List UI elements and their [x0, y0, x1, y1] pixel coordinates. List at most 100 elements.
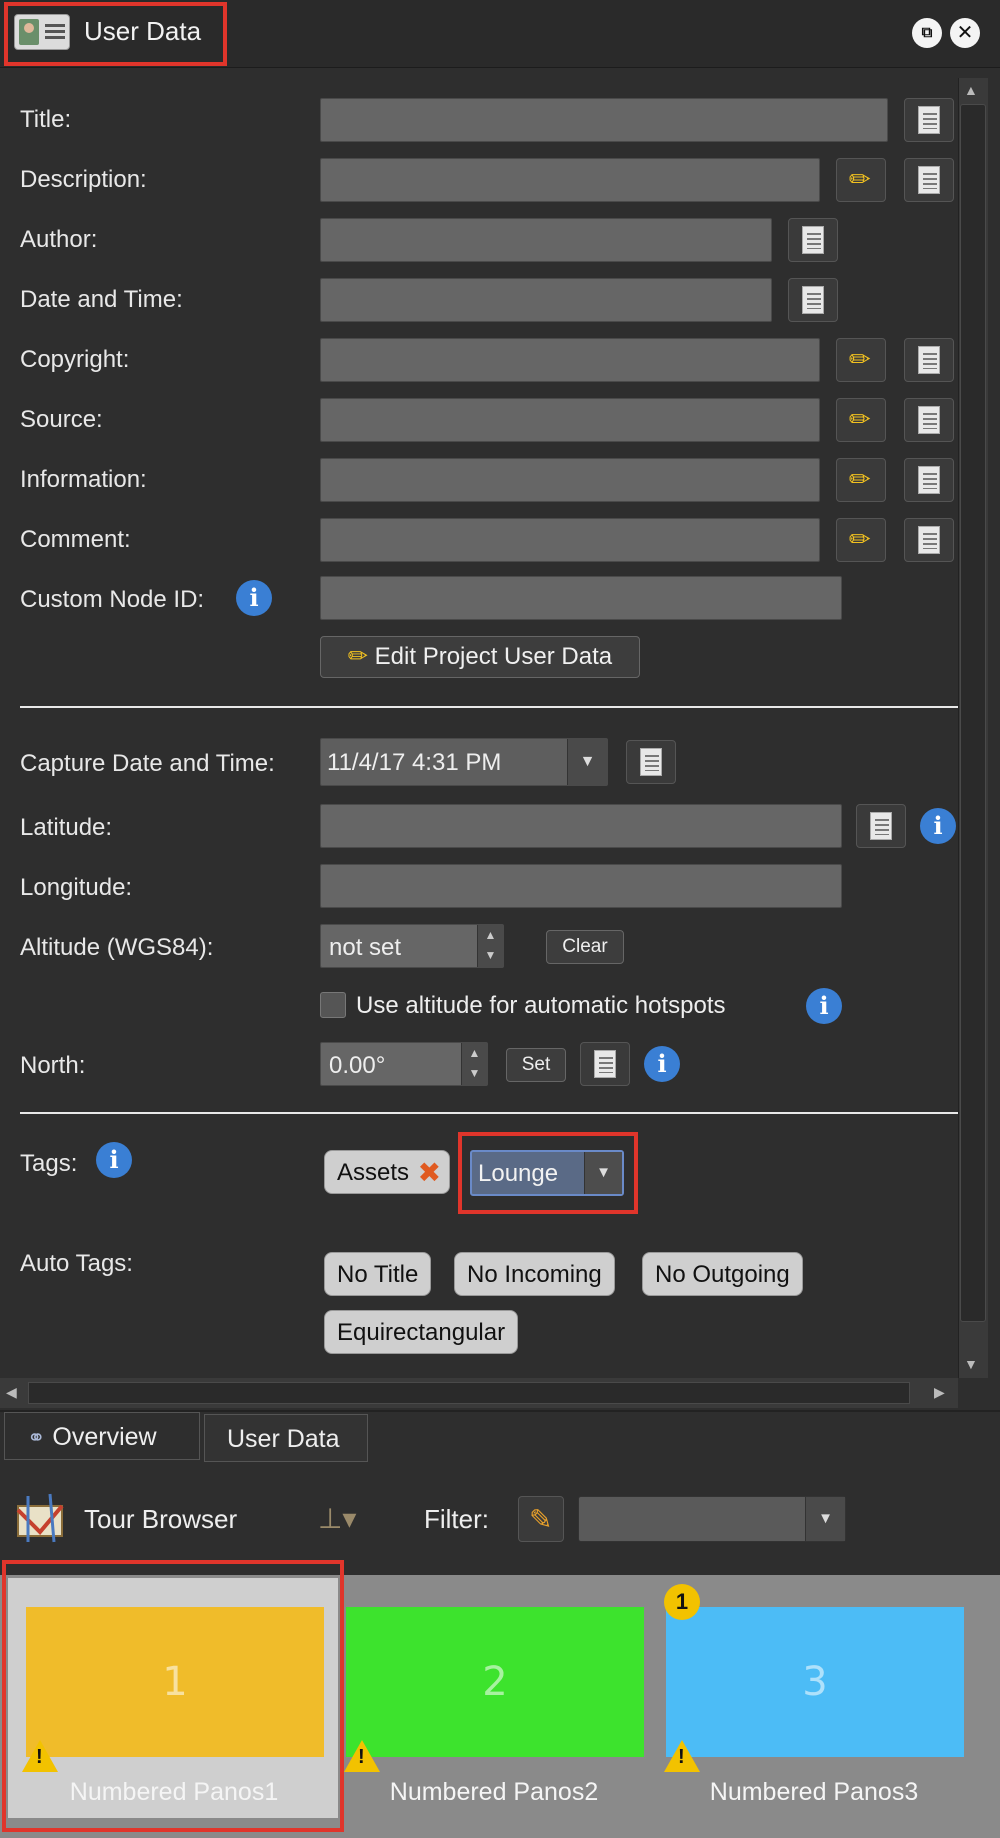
- scroll-left-icon[interactable]: ◀: [6, 1384, 17, 1401]
- edit-information-button[interactable]: ✏: [836, 458, 886, 502]
- pencil-icon: ✏: [849, 524, 871, 554]
- chevron-down-icon[interactable]: ▼: [584, 1152, 622, 1194]
- auto-tag-chip: No Title: [324, 1252, 432, 1296]
- pano-thumbnail-3[interactable]: 3: [666, 1607, 964, 1757]
- copy-capture-date-button[interactable]: [626, 740, 676, 784]
- clear-altitude-button[interactable]: Clear: [546, 930, 624, 964]
- altitude-spinbox[interactable]: not set ▲ ▼: [320, 924, 504, 968]
- user-data-icon: [14, 14, 70, 50]
- remove-tag-icon[interactable]: ✖: [418, 1151, 441, 1195]
- edit-description-button[interactable]: ✏: [836, 158, 886, 202]
- binoculars-icon: ⚭: [27, 1425, 46, 1450]
- source-field[interactable]: [320, 398, 820, 442]
- north-spinbox[interactable]: 0.00° ▲ ▼: [320, 1042, 488, 1086]
- pano-label-3: Numbered Panos3: [709, 1778, 919, 1806]
- spinner-arrows-icon[interactable]: ▲ ▼: [477, 925, 503, 967]
- spinner-arrows-icon[interactable]: ▲ ▼: [461, 1043, 487, 1085]
- copyright-field[interactable]: [320, 338, 820, 382]
- copy-source-button[interactable]: [904, 398, 954, 442]
- comment-field[interactable]: [320, 518, 820, 562]
- copy-comment-button[interactable]: [904, 518, 954, 562]
- chevron-down-icon[interactable]: ▼: [567, 739, 607, 785]
- section-divider: [20, 1112, 958, 1114]
- tour-browser-title: Tour Browser: [84, 1504, 238, 1534]
- copy-icon: [914, 406, 940, 439]
- information-field[interactable]: [320, 458, 820, 502]
- description-field[interactable]: [320, 158, 820, 202]
- info-icon[interactable]: i: [236, 580, 272, 616]
- chevron-down-icon[interactable]: ▼: [805, 1497, 845, 1541]
- custom-node-id-field[interactable]: [320, 576, 842, 620]
- copy-copyright-button[interactable]: [904, 338, 954, 382]
- auto-tag-chip: Equirectangular: [324, 1310, 519, 1354]
- notification-badge: 1: [664, 1584, 700, 1620]
- use-altitude-label: Use altitude for automatic hotspots: [356, 992, 726, 1019]
- title-label: Title:: [20, 106, 72, 133]
- auto-tag-chip: No Incoming: [454, 1252, 615, 1296]
- filter-combo[interactable]: ▼: [578, 1496, 846, 1542]
- comment-label: Comment:: [20, 526, 131, 553]
- copy-location-button[interactable]: [856, 804, 906, 848]
- section-divider: [20, 706, 958, 708]
- tag-filter-button[interactable]: ✎: [518, 1496, 564, 1542]
- longitude-label: Longitude:: [20, 874, 133, 901]
- info-icon[interactable]: i: [96, 1142, 132, 1178]
- close-window-button[interactable]: ✕: [950, 18, 980, 48]
- edit-project-user-data-button[interactable]: ✏ Edit Project User Data: [320, 636, 640, 678]
- copy-description-button[interactable]: [904, 158, 954, 202]
- info-icon[interactable]: i: [644, 1046, 680, 1082]
- warning-icon: !: [344, 1740, 380, 1772]
- longitude-field[interactable]: [320, 864, 842, 908]
- pano-label-1: Numbered Panos1: [69, 1778, 279, 1806]
- north-value: 0.00°: [329, 1052, 386, 1079]
- date-time-field[interactable]: [320, 278, 772, 322]
- latitude-field[interactable]: [320, 804, 842, 848]
- edit-source-button[interactable]: ✏: [836, 398, 886, 442]
- info-icon[interactable]: i: [806, 988, 842, 1024]
- title-field[interactable]: [320, 98, 888, 142]
- tour-browser-icon: [14, 1492, 66, 1544]
- set-north-button[interactable]: Set: [506, 1048, 566, 1082]
- information-label: Information:: [20, 466, 147, 493]
- copy-icon: [914, 166, 940, 199]
- description-label: Description:: [20, 166, 147, 193]
- horizontal-scrollbar-thumb[interactable]: [28, 1382, 910, 1404]
- copy-icon: [866, 812, 892, 845]
- copy-icon: [636, 748, 662, 781]
- edit-comment-button[interactable]: ✏: [836, 518, 886, 562]
- date-time-label: Date and Time:: [20, 286, 183, 313]
- scroll-down-icon[interactable]: ▼: [964, 1356, 978, 1372]
- copy-icon: [798, 226, 824, 259]
- author-label: Author:: [20, 226, 98, 253]
- source-label: Source:: [20, 406, 103, 433]
- pencil-icon: ✏: [849, 344, 871, 374]
- copy-icon: [914, 106, 940, 139]
- copy-north-button[interactable]: [580, 1042, 630, 1086]
- scroll-right-icon[interactable]: ▶: [934, 1384, 945, 1401]
- info-icon[interactable]: i: [920, 808, 956, 844]
- tag-dropdown-value: Lounge: [478, 1160, 559, 1187]
- tab-overview[interactable]: ⚭ Overview: [4, 1412, 200, 1460]
- vertical-scrollbar-thumb[interactable]: [960, 104, 986, 1322]
- pano-thumbnail-1[interactable]: 1: [26, 1607, 324, 1757]
- author-field[interactable]: [320, 218, 772, 262]
- copy-title-button[interactable]: [904, 98, 954, 142]
- stamp-icon[interactable]: ⊥▾: [318, 1502, 356, 1535]
- pencil-icon: ✏: [849, 404, 871, 434]
- pano-thumbnail-2[interactable]: 2: [346, 1607, 644, 1757]
- tag-dropdown[interactable]: Lounge ▼: [470, 1150, 624, 1196]
- capture-date-combo[interactable]: 11/4/17 4:31 PM ▼: [320, 738, 608, 786]
- copy-author-button[interactable]: [788, 218, 838, 262]
- copy-icon: [914, 346, 940, 379]
- filter-label: Filter:: [424, 1504, 489, 1534]
- scroll-up-icon[interactable]: ▲: [964, 82, 978, 98]
- restore-window-button[interactable]: ⧉: [912, 18, 942, 48]
- tab-user-data[interactable]: User Data: [204, 1414, 368, 1462]
- copy-information-button[interactable]: [904, 458, 954, 502]
- copy-date-time-button[interactable]: [788, 278, 838, 322]
- use-altitude-checkbox[interactable]: [320, 992, 346, 1018]
- auto-tag-chip: No Outgoing: [642, 1252, 803, 1296]
- warning-icon: !: [664, 1740, 700, 1772]
- edit-copyright-button[interactable]: ✏: [836, 338, 886, 382]
- altitude-value: not set: [329, 934, 402, 961]
